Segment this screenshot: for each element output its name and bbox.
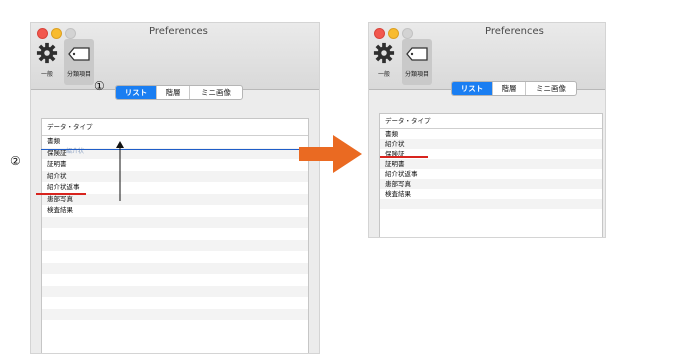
table-row[interactable]: [42, 297, 308, 309]
table-row[interactable]: [42, 308, 308, 320]
window-toolbar: Preferences 一般 分類項目: [369, 23, 605, 90]
drop-indicator-line: [41, 149, 299, 150]
table-row[interactable]: [42, 251, 308, 263]
table-row[interactable]: [42, 228, 308, 240]
step-two-marker: ②: [10, 154, 21, 168]
close-window-button[interactable]: [374, 28, 385, 39]
view-mode-segmented-control[interactable]: リスト 階層 ミニ画像: [451, 81, 577, 96]
table-row[interactable]: 紹介状: [42, 170, 308, 182]
segment-hierarchy[interactable]: 階層: [157, 86, 190, 99]
table-row[interactable]: [42, 274, 308, 286]
view-mode-segmented-control[interactable]: リスト 階層 ミニ画像: [115, 85, 243, 100]
toolbar-categories-label: 分類項目: [66, 71, 91, 78]
toolbar-categories-label: 分類項目: [404, 71, 429, 78]
segment-list[interactable]: リスト: [116, 86, 157, 99]
transition-arrow-icon: [299, 135, 362, 173]
preferences-window-after: Preferences 一般 分類項目 リスト 階層 ミニ画像 データ・タイプ …: [368, 22, 606, 238]
preferences-window-before: Preferences 一般 分類項目 リスト 階層 ミニ画像 データ・タイプ …: [30, 22, 320, 354]
toolbar-categories[interactable]: 分類項目: [402, 39, 432, 85]
table-row[interactable]: 検査結果: [42, 205, 308, 217]
table-row[interactable]: 紹介状返事: [42, 182, 308, 194]
table-row[interactable]: [380, 209, 602, 219]
drag-ghost-label: 紹介状: [66, 148, 85, 155]
toolbar-general[interactable]: 一般: [32, 39, 62, 85]
zoom-window-button[interactable]: [65, 28, 76, 39]
column-header-data-type[interactable]: データ・タイプ: [42, 119, 308, 136]
minimize-window-button[interactable]: [388, 28, 399, 39]
minimize-window-button[interactable]: [51, 28, 62, 39]
close-window-button[interactable]: [37, 28, 48, 39]
segment-hierarchy[interactable]: 階層: [493, 82, 526, 95]
segment-list[interactable]: リスト: [452, 82, 493, 95]
tag-icon: [406, 47, 428, 61]
data-type-table[interactable]: データ・タイプ 書類 紹介状 保険証 証明書 紹介状返事 患部写真 検査結果: [379, 113, 603, 237]
table-row[interactable]: [42, 285, 308, 297]
gear-icon: [36, 42, 58, 64]
gear-icon: [373, 42, 395, 64]
red-underline-after: [380, 156, 428, 158]
table-row[interactable]: 患部写真: [42, 193, 308, 205]
window-toolbar: Preferences 一般 分類項目: [31, 23, 319, 90]
table-row[interactable]: 紹介状: [380, 139, 602, 149]
table-row[interactable]: 紹介状返事: [380, 169, 602, 179]
window-title: Preferences: [149, 26, 208, 37]
table-row[interactable]: 書類: [380, 129, 602, 139]
table-row[interactable]: [380, 199, 602, 209]
red-underline-before: [36, 193, 86, 195]
step-one-marker: ①: [94, 79, 105, 93]
table-row[interactable]: 証明書: [42, 159, 308, 171]
toolbar-categories[interactable]: 分類項目: [64, 39, 94, 85]
column-header-data-type[interactable]: データ・タイプ: [380, 114, 602, 129]
table-row[interactable]: 検査結果: [380, 189, 602, 199]
table-row[interactable]: 患部写真: [380, 179, 602, 189]
zoom-window-button[interactable]: [402, 28, 413, 39]
table-row[interactable]: 証明書: [380, 159, 602, 169]
toolbar-general[interactable]: 一般: [369, 39, 399, 85]
table-row[interactable]: [42, 216, 308, 228]
segment-mini-image[interactable]: ミニ画像: [190, 86, 242, 99]
tag-icon: [68, 47, 90, 61]
drag-up-arrow-icon: [116, 141, 124, 201]
table-row[interactable]: [42, 262, 308, 274]
window-title: Preferences: [485, 26, 544, 37]
table-row[interactable]: [42, 239, 308, 251]
segment-mini-image[interactable]: ミニ画像: [526, 82, 576, 95]
